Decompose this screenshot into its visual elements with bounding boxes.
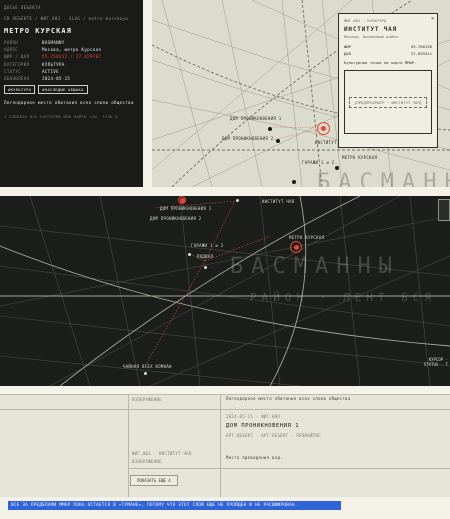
map-label-dom2[interactable]: ДОМ ПРОНИКНОВЕНИЯ 2	[150, 216, 201, 221]
field-value: BASMANNY	[42, 40, 65, 45]
map-label-dom1[interactable]: ДОМ ПРОНИКНОВЕНИЯ 1	[160, 206, 211, 211]
card-title: ИНСТИТУТ ЧАЯ	[344, 26, 397, 33]
district-subwatermark: РАЙОН · ЛЕНТ БСЯ · О	[250, 291, 450, 304]
list-item-description: Легендарное место обитания всех слоев об…	[226, 396, 351, 401]
field-row: ОБНОВЛЕНО 2024-05-15	[4, 76, 139, 81]
map-label-basement[interactable]: ПОДВАЛ	[197, 254, 213, 259]
card-note: Культурная точка на карте ММАР.	[344, 60, 417, 65]
marker-ring[interactable]	[178, 196, 186, 204]
map-label-metro[interactable]: МЕТРО КУРСКАЯ	[289, 235, 324, 240]
card-category: ФИГ.001 · КУЛЬТУРА	[344, 18, 387, 23]
list-item-meta: 2024-05-15 · ФИГ.004	[226, 414, 281, 419]
image-caption: ИЗОБРАЖЕНИЕ	[132, 459, 162, 464]
divider	[128, 395, 129, 497]
field-row: КАТЕГОРИЯ КУЛЬТУРА	[4, 62, 139, 67]
screenshot-root: ДОСЬЕ ОБЪЕКТА СВ ОБЪЕКТЕ / ФИГ.003 · SLU…	[0, 0, 450, 519]
cursor-readout: КУРСОР · STATUS · Т	[424, 357, 448, 367]
map-label-institute[interactable]: ИНСТИТУТ	[315, 140, 337, 145]
field-value: Москва, метро Курская	[42, 47, 102, 53]
divider	[128, 468, 450, 469]
status-label: STATUS · Т	[423, 362, 448, 367]
show-more-button[interactable]: ПОКАЗАТЬ ЕЩЕ 4	[130, 475, 178, 486]
tag-heritage-button[interactable]: #НАСЛЕДИЕ ОБЩАКА	[38, 84, 88, 94]
map-label-garages[interactable]: ГАРАЖИ 1 и 2	[191, 243, 224, 248]
field-row: АДРЕС Москва, метро Курская	[4, 47, 139, 52]
image-caption: ФИГ.001 · ИНСТИТУТ ЧАЯ	[132, 451, 192, 456]
map-dark[interactable]: БАСМАННЫ РАЙОН · ЛЕНТ БСЯ · О ДОМ ПРОНИК…	[0, 196, 450, 386]
map-marker[interactable]	[335, 166, 339, 170]
map-label-tea-institute[interactable]: ИНСТИТУТ ЧАЯ	[262, 199, 295, 204]
field-row: РАЙОН BASMANNY	[4, 40, 139, 45]
dossier-panel: ДОСЬЕ ОБЪЕКТА СВ ОБЪЕКТЕ / ФИГ.003 · SLU…	[0, 0, 143, 187]
field-key: РАЙОН	[4, 40, 19, 45]
breadcrumb[interactable]: СВ ОБЪЕКТЕ / ФИГ.003 · SLUG / metro-kurs…	[4, 16, 139, 21]
field-row: ШИР / ДОЛ 55.758432 / 37.659707	[4, 54, 139, 59]
dossier-section: ДОСЬЕ ОБЪЕКТА	[4, 5, 41, 10]
district-watermark: БАСМАННЫ	[230, 254, 400, 279]
card-lat-label: ШИР	[344, 44, 352, 49]
field-key: КАТЕГОРИЯ	[4, 61, 30, 67]
fog-banner: ВСЕ ЗА ПРЕДЕЛАМИ ММАР ПОКА ОСТАЕТСЯ В «Т…	[8, 501, 341, 510]
card-lon-row: ДОЛ 37.655511	[344, 51, 432, 56]
coordinates-value: 55.758432 / 37.659707	[42, 54, 102, 60]
tag-buttons: #КУЛЬТУРА #НАСЛЕДИЕ ОБЩАКА	[4, 84, 139, 94]
card-lat-row: ШИР 55.760138	[344, 44, 432, 49]
image-caption: ИЗОБРАЖЕНИЕ	[132, 397, 162, 402]
map-marker[interactable]	[204, 266, 207, 269]
card-lat-value: 55.760138	[410, 44, 432, 49]
field-value: КУЛЬТУРА	[42, 61, 65, 67]
object-list: ИЗОБРАЖЕНИЕ Легендарное место обитания в…	[0, 394, 450, 497]
field-key: АДРЕС	[4, 47, 19, 53]
map-marker[interactable]	[144, 372, 147, 375]
map-marker[interactable]	[236, 199, 239, 202]
map-label-garages[interactable]: ГАРАЖИ 1 и 2	[302, 160, 335, 165]
list-item-title[interactable]: ДОМ ПРОНИКНОВЕНИЯ 1	[226, 423, 299, 429]
info-card: × ФИГ.001 · КУЛЬТУРА ИНСТИТУТ ЧАЯ Москва…	[338, 13, 438, 148]
map-label-teahouse[interactable]: ЧАЙНАЯ ВСЕХ КОМНАН	[123, 364, 172, 369]
updated-value: 2024-05-15	[42, 75, 71, 81]
field-key: ШИР / ДОЛ	[4, 54, 30, 60]
card-preview: [ПРЕДПРОСМОТР · ИНСТИТУТ ЧАЯ]	[344, 70, 432, 134]
card-preview-label: [ПРЕДПРОСМОТР · ИНСТИТУТ ЧАЯ]	[349, 96, 427, 108]
dossier-description: Легендарное место обитания всех слоев об…	[4, 99, 134, 105]
dossier-hint: 1 СОВПАЛО ВСЕ КАРТОЧКИ ИЛИ НАЙТИ ССЫ. ТУ…	[4, 113, 118, 119]
map-marker[interactable]	[188, 253, 191, 256]
map-control-button[interactable]	[438, 199, 450, 221]
map-label-dom2[interactable]: ДОМ ПРОНИКНОВЕНИЯ 2	[222, 136, 273, 141]
map-marker[interactable]	[276, 139, 280, 143]
field-key: СТАТУС	[4, 68, 21, 74]
list-item-tags: АРТ-ОБЪЕКТ · АРТ-ОБЪЕКТ · ПРОВАЙТИС	[226, 433, 321, 438]
selected-marker-ring[interactable]	[317, 122, 330, 135]
divider	[220, 395, 221, 497]
field-key: ОБНОВЛЕНО	[4, 75, 30, 81]
map-label-metro[interactable]: МЕТРО КУРСКАЯ	[342, 155, 377, 160]
map-marker[interactable]	[268, 127, 272, 131]
card-lon-value: 37.655511	[410, 51, 432, 56]
card-address: Москва, Басманный район	[344, 34, 398, 39]
district-watermark: БАСМАНН	[317, 170, 450, 187]
page-title: МЕТРО КУРСКАЯ	[4, 27, 72, 35]
map-label-dom1[interactable]: ДОМ ПРОНИКНОВЕНИЯ 1	[230, 116, 281, 121]
divider	[0, 409, 450, 410]
list-item-description: Место проведения вод.	[226, 455, 283, 460]
status-value: ACTIVE	[42, 68, 59, 74]
card-lon-label: ДОЛ	[344, 51, 352, 56]
close-icon[interactable]: ×	[431, 16, 434, 22]
map-marker[interactable]	[292, 180, 296, 184]
selected-marker-ring[interactable]	[290, 241, 302, 253]
dossier-fields: РАЙОН BASMANNY АДРЕС Москва, метро Курская…	[4, 40, 139, 81]
field-row: СТАТУС ACTIVE	[4, 69, 139, 74]
tag-culture-button[interactable]: #КУЛЬТУРА	[4, 84, 36, 94]
